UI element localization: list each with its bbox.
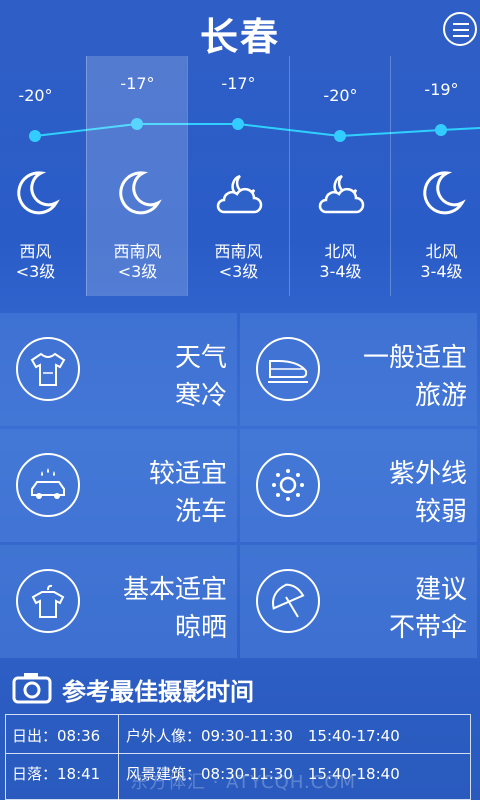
temperature: -17° [221, 74, 256, 93]
forecast-column[interactable]: -20° 北风 3-4级 [289, 56, 390, 296]
moon-icon [423, 171, 466, 215]
table-row: 日出：08:36 户外人像：09:30-11:30 15:40-17:40 [6, 715, 470, 751]
index-tile-travel[interactable]: 一般适宜 旅游 [240, 313, 477, 426]
index-tile-carwash[interactable]: 较适宜 洗车 [0, 429, 237, 542]
index-tile-umbrella[interactable]: 建议 不带伞 [240, 545, 477, 658]
forecast-column[interactable]: -17° 西南风 <3级 [187, 56, 288, 296]
sunrise-time: 日出：08:36 [12, 727, 101, 745]
wind-info: 北风 3-4级 [319, 242, 362, 281]
tshirt-icon [30, 352, 66, 386]
index-tile-clothing[interactable]: 天气 寒冷 [0, 313, 237, 426]
forecast-column[interactable]: -17° 西南风 <3级 [86, 56, 187, 296]
portrait-time: 户外人像：09:30-11:30 15:40-17:40 [126, 727, 400, 745]
camera-icon [12, 673, 52, 704]
hanger-shirt-icon [31, 584, 65, 618]
temperature: -19° [424, 80, 459, 99]
moon-icon [17, 171, 60, 215]
train-icon [268, 360, 308, 383]
cloud-moon-icon [318, 174, 365, 214]
wind-info: 北风 3-4级 [420, 242, 463, 281]
temperature: -17° [120, 74, 155, 93]
section-title: 参考最佳摄影时间 [62, 678, 254, 706]
umbrella-icon [272, 583, 305, 618]
header: 长春 [0, 0, 480, 59]
index-tile-drying[interactable]: 基本适宜 晾晒 [0, 545, 237, 658]
hourly-forecast: -20° 西风 <3级 -17° 西南风 <3级 -17° 西南风 <3级 -20° … [0, 56, 480, 296]
temperature: -20° [323, 86, 358, 105]
temperature: -20° [18, 86, 53, 105]
sunset-time: 日落：18:41 [12, 765, 101, 783]
forecast-column[interactable]: -19° 北风 3-4级 [390, 56, 480, 296]
watermark: 东方体汇 · ATYCQH.COM [130, 772, 357, 793]
forecast-column[interactable]: -20° 西风 <3级 [0, 56, 86, 296]
wind-info: 西南风 <3级 [113, 242, 162, 281]
city-title: 长春 [199, 15, 280, 59]
moon-icon [119, 171, 162, 215]
cloud-moon-icon [216, 174, 263, 214]
car-wash-icon [31, 468, 65, 499]
wind-info: 西风 <3级 [15, 242, 56, 281]
wind-info: 西南风 <3级 [214, 242, 263, 281]
menu-icon[interactable] [443, 12, 477, 46]
sun-icon [272, 469, 304, 501]
index-tile-uv[interactable]: 紫外线 较弱 [240, 429, 477, 542]
